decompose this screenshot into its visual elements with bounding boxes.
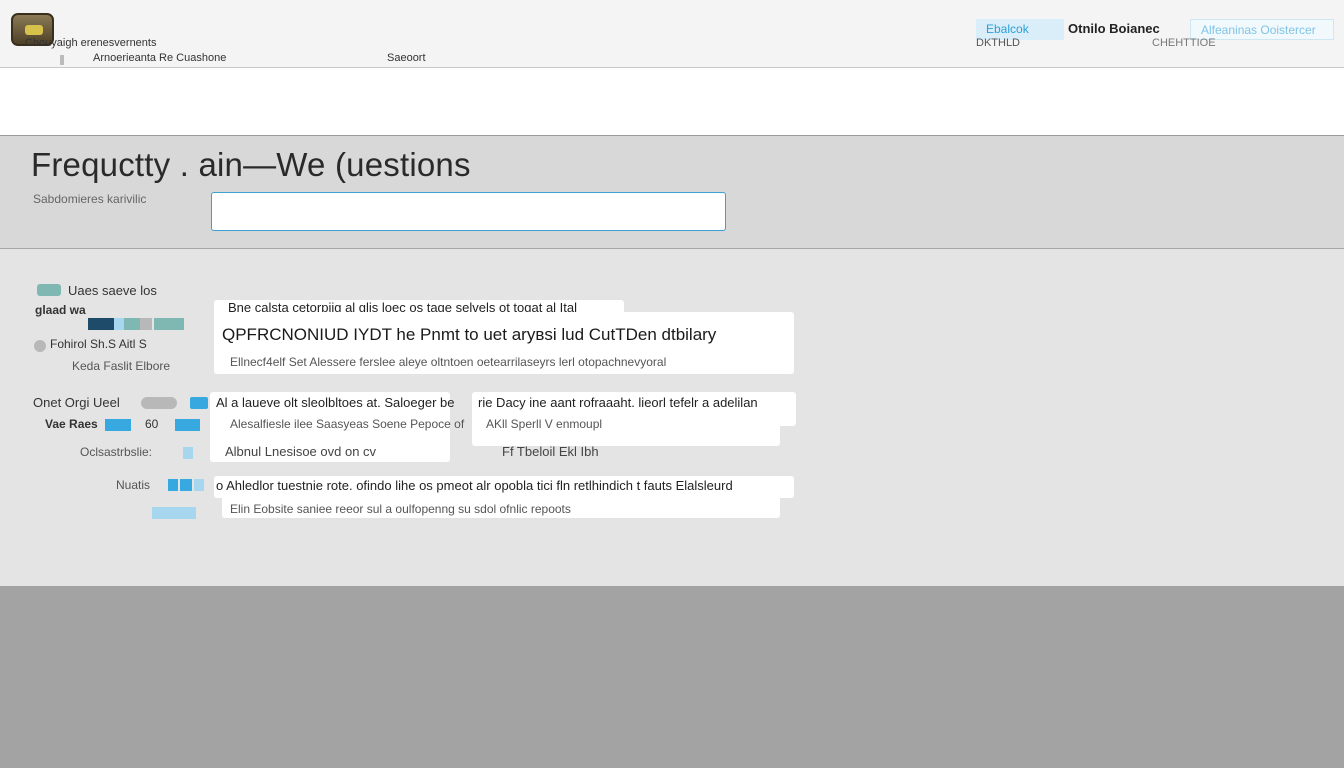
chip-count-1: 60 — [145, 417, 159, 431]
blue-chip-2[interactable] — [175, 419, 200, 431]
sidebar-item-4[interactable]: Keda Faslit Elbore — [72, 359, 170, 373]
search-input[interactable] — [211, 192, 726, 231]
page-title: Frequctty . ain—We (uestions — [31, 146, 471, 183]
sidebar-item-5[interactable]: Onet Orgi Ueel — [33, 395, 120, 410]
subnav-link-1[interactable]: DKTHLD — [976, 37, 1020, 49]
faq-item-1-question[interactable]: QPFRCNONIUD IYDT he Pnmt to uet aryвsі l… — [222, 325, 716, 345]
subnav-link-2[interactable]: CHEHTTIOE — [1152, 37, 1216, 49]
swatch-grey — [140, 318, 152, 330]
footer — [0, 586, 1344, 768]
user-menu[interactable]: Otnilo Boianec — [1068, 21, 1160, 36]
faq-item-3-title[interactable]: rie Dacy ine aant rofraaaht. lieorl tefe… — [478, 395, 758, 410]
faq-item-3-answer: AKll Sperll V enmoupl — [486, 417, 603, 431]
sidebar-item-6[interactable]: Vae Raes — [45, 417, 98, 431]
nav-link-brand[interactable]: Arnoerieanta Re Cuashone — [93, 52, 226, 64]
faq-item-2-link[interactable]: Albnul Lnesisoe ovd on cv — [225, 444, 376, 459]
swatch-teal — [124, 318, 140, 330]
sidebar-item-1[interactable]: Uaes saeve los — [68, 283, 157, 298]
sidebar-item-8[interactable]: Nuatis — [116, 478, 150, 492]
sidebar-item-3[interactable]: Fohirol Sh.S Aitl S — [50, 337, 147, 351]
swatch-teal-2 — [154, 318, 184, 330]
toggle-indicator[interactable] — [190, 397, 208, 409]
faq-item-4-title[interactable]: o Ahledlor tuestnie rote. ofindo lihe os… — [216, 478, 733, 493]
sub-header — [0, 68, 1344, 136]
blue-chip-4[interactable] — [180, 479, 192, 491]
faq-item-1-answer: Ellnecf4elf Set Alessere ferslee aleye o… — [230, 355, 667, 369]
swatch-light — [114, 318, 124, 330]
toggle-pill[interactable] — [141, 397, 177, 409]
light-chip-2 — [194, 479, 204, 491]
faq-item-3-links[interactable]: Ff Tbeloil Ekl Ibh — [502, 444, 599, 459]
sidebar-item-2[interactable]: glaad wa — [35, 303, 86, 317]
faq-hero: Frequctty . ain—We (uestions Sabdomieres… — [0, 136, 1344, 249]
faq-item-4-answer: Elin Eobsite saniee reeor sul a oulfopen… — [230, 502, 571, 516]
category-chip[interactable] — [37, 284, 61, 296]
nav-link-support[interactable]: Saeoort — [387, 52, 426, 64]
radio-icon[interactable] — [34, 340, 46, 352]
blue-chip[interactable] — [105, 419, 131, 431]
nav-marker — [60, 55, 64, 65]
blue-chip-3[interactable] — [168, 479, 178, 491]
sidebar-item-7[interactable]: Oclsastrbslie: — [80, 445, 152, 459]
faq-item-2-title[interactable]: Al a laueve olt sleolbltoes at. Saloeger… — [216, 395, 455, 410]
search-label: Sabdomieres karivilic — [33, 192, 147, 206]
swatch-dark — [88, 318, 114, 330]
light-chip-3 — [152, 507, 196, 519]
light-chip — [183, 447, 193, 459]
faq-item-2-answer: Alesalfiesle ilee Saasyeas Soene Pepoce … — [230, 417, 465, 431]
breadcrumb[interactable]: Chouyaigh erenesvernents — [25, 37, 156, 49]
